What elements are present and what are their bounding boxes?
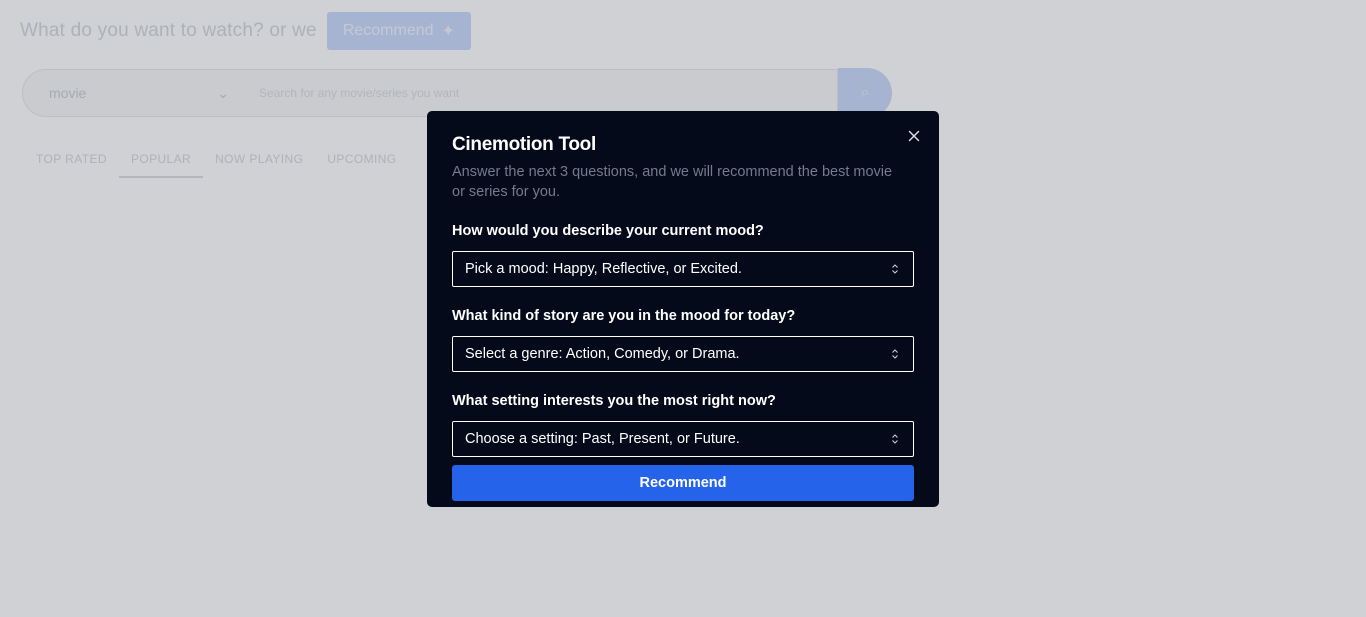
chevron-up-down-icon xyxy=(892,264,898,274)
mood-select-value: Pick a mood: Happy, Reflective, or Excit… xyxy=(465,261,742,277)
chevron-up-down-icon xyxy=(892,349,898,359)
question-setting-label: What setting interests you the most righ… xyxy=(452,393,776,409)
recommendation-modal: Cinemotion Tool Answer the next 3 questi… xyxy=(427,111,939,507)
close-icon xyxy=(908,130,920,142)
close-button[interactable] xyxy=(906,128,922,144)
question-mood-label: How would you describe your current mood… xyxy=(452,223,764,239)
question-genre-label: What kind of story are you in the mood f… xyxy=(452,308,796,324)
modal-description: Answer the next 3 questions, and we will… xyxy=(452,164,893,200)
setting-select-value: Choose a setting: Past, Present, or Futu… xyxy=(465,431,740,447)
app-page: What do you want to watch? or we Recomme… xyxy=(0,0,1366,617)
setting-select[interactable]: Choose a setting: Past, Present, or Futu… xyxy=(452,421,914,457)
mood-select[interactable]: Pick a mood: Happy, Reflective, or Excit… xyxy=(452,251,914,287)
genre-select[interactable]: Select a genre: Action, Comedy, or Drama… xyxy=(452,336,914,372)
chevron-up-down-icon xyxy=(892,434,898,444)
modal-title: Cinemotion Tool xyxy=(452,134,596,155)
genre-select-value: Select a genre: Action, Comedy, or Drama… xyxy=(465,346,740,362)
recommend-button[interactable]: Recommend xyxy=(452,465,914,501)
